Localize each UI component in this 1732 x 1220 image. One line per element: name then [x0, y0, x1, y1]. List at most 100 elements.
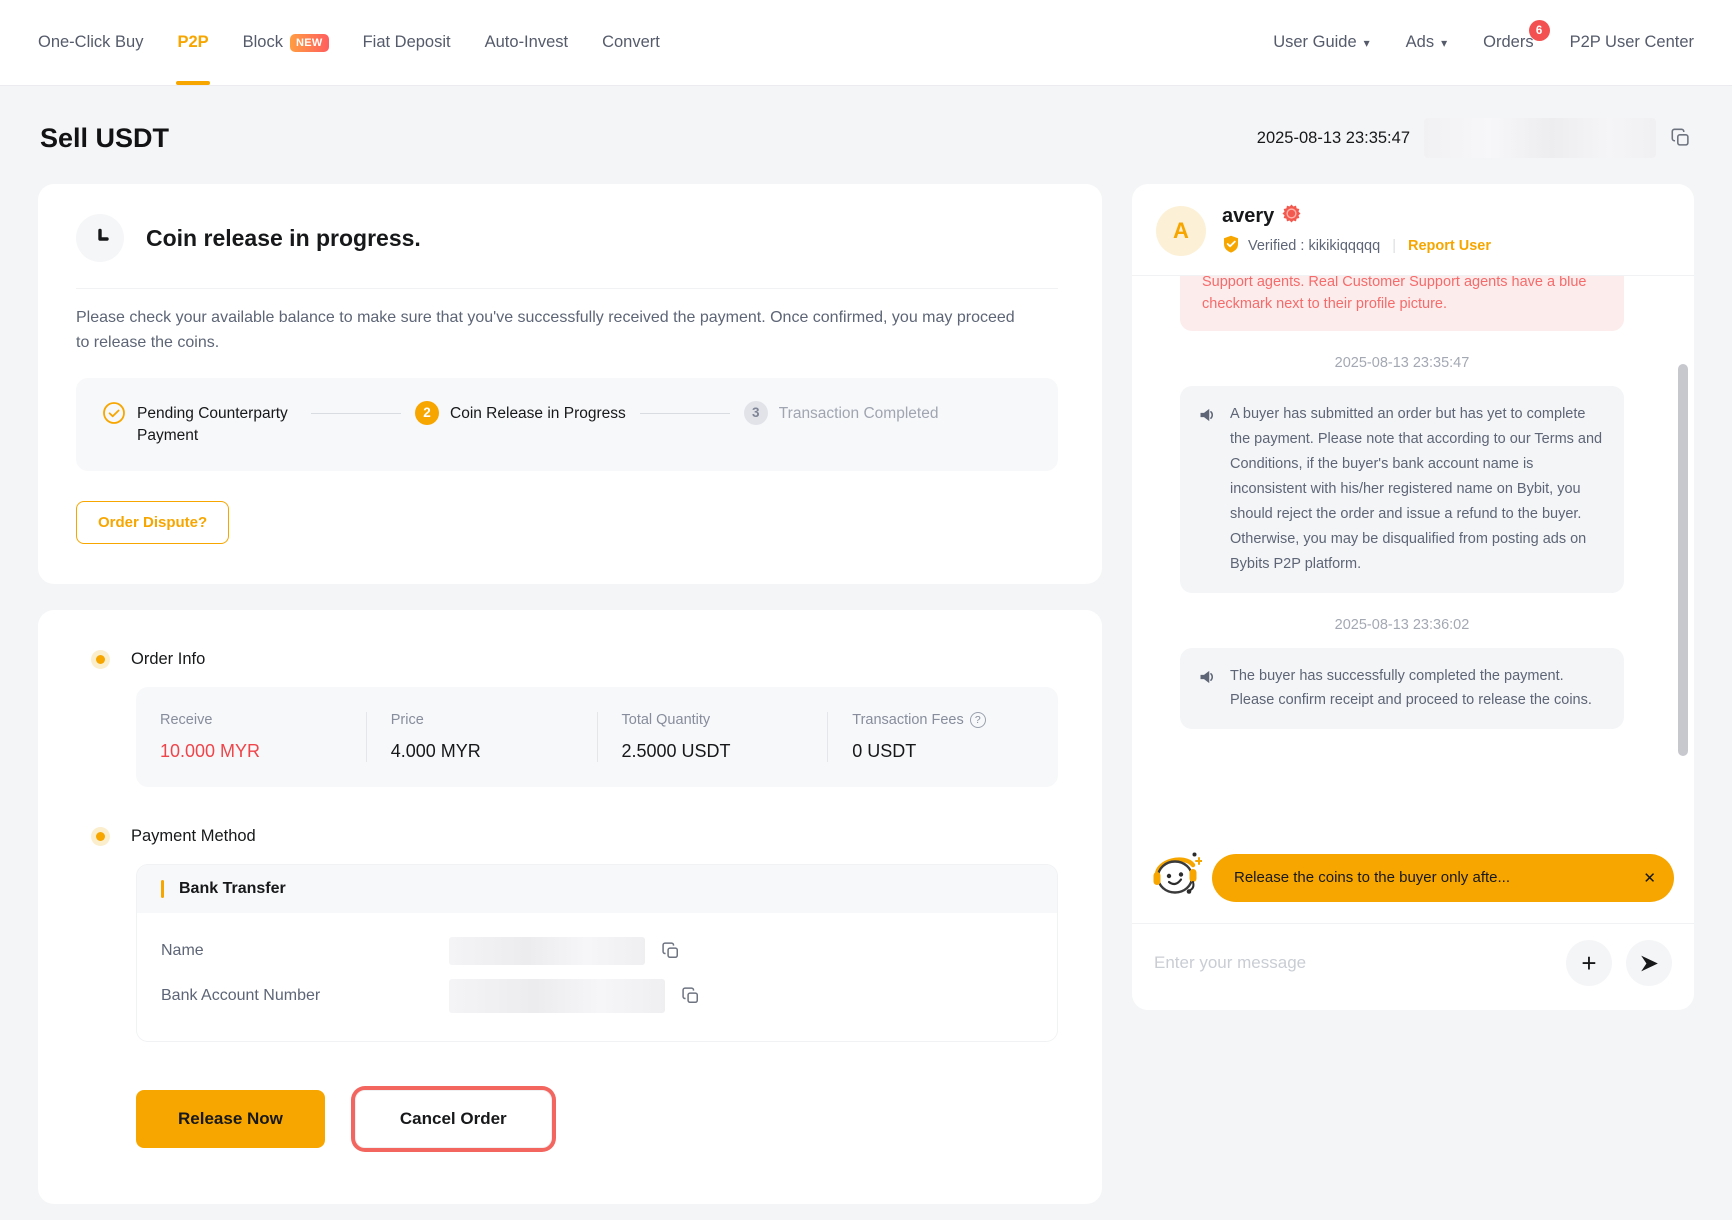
- nav-auto-invest[interactable]: Auto-Invest: [485, 0, 568, 85]
- chat-input-row: +: [1132, 924, 1694, 1010]
- step-coin-release: 2 Coin Release in Progress: [415, 401, 626, 425]
- step-connector: [311, 413, 401, 415]
- counterparty-name[interactable]: avery: [1222, 205, 1274, 228]
- release-now-button[interactable]: Release Now: [136, 1090, 325, 1148]
- chatbot-icon[interactable]: [1148, 848, 1202, 907]
- fees-value: 0 USDT: [852, 741, 1034, 762]
- order-timestamp: 2025-08-13 23:35:47: [1257, 129, 1410, 148]
- status-description: Please check your available balance to m…: [76, 306, 1016, 356]
- payment-label: Bank Account Number: [161, 987, 449, 1005]
- chevron-down-icon: ▾: [1364, 36, 1370, 50]
- payment-method-box: Bank Transfer Name: [136, 864, 1058, 1042]
- megaphone-icon: [1198, 667, 1218, 714]
- step-pending-payment: Pending Counterparty Payment: [102, 401, 297, 448]
- nav-fiat-deposit[interactable]: Fiat Deposit: [363, 0, 451, 85]
- nav-block[interactable]: Block NEW: [243, 0, 329, 85]
- bullet-dot-icon: [96, 832, 105, 841]
- chevron-down-icon: ▾: [1441, 36, 1447, 50]
- payment-method-head: Bank Transfer: [137, 865, 1057, 913]
- copy-icon[interactable]: [1670, 127, 1692, 149]
- redacted-name-value: [449, 937, 645, 965]
- send-icon: [1639, 953, 1660, 974]
- quantity-value: 2.5000 USDT: [622, 741, 804, 762]
- chat-scrollbar[interactable]: [1678, 364, 1688, 756]
- order-dispute-button[interactable]: Order Dispute?: [76, 501, 229, 544]
- step-number-badge: 2: [415, 401, 439, 425]
- info-label: Price: [391, 712, 573, 728]
- top-navigation: One-Click Buy P2P Block NEW Fiat Deposit…: [0, 0, 1732, 86]
- plus-icon: +: [1581, 950, 1596, 976]
- attach-button[interactable]: +: [1566, 940, 1612, 986]
- quick-reply-row: Release the coins to the buyer only afte…: [1132, 834, 1694, 923]
- order-meta: 2025-08-13 23:35:47: [1257, 118, 1692, 158]
- nav-p2p[interactable]: P2P: [177, 0, 208, 85]
- order-info-box: Receive 10.000 MYR Price 4.000 MYR Total…: [136, 687, 1058, 787]
- step-label: Transaction Completed: [779, 401, 939, 425]
- info-col-fees: Transaction Fees ? 0 USDT: [827, 712, 1058, 762]
- nav-label: Orders: [1483, 33, 1533, 52]
- copy-icon[interactable]: [681, 986, 701, 1006]
- check-circle-icon: [102, 401, 126, 425]
- nav-one-click-buy[interactable]: One-Click Buy: [38, 0, 143, 85]
- payment-method-name: Bank Transfer: [179, 880, 286, 898]
- send-button[interactable]: [1626, 940, 1672, 986]
- step-number-badge: 3: [744, 401, 768, 425]
- receive-amount: 10.000 MYR: [160, 741, 342, 762]
- nav-left: One-Click Buy P2P Block NEW Fiat Deposit…: [38, 0, 660, 85]
- info-col-receive: Receive 10.000 MYR: [136, 712, 366, 762]
- nav-convert[interactable]: Convert: [602, 0, 660, 85]
- chat-header: A avery: [1132, 184, 1694, 276]
- warning-message: Support agents. Real Customer Support ag…: [1180, 276, 1624, 331]
- payment-label: Name: [161, 942, 449, 960]
- nav-label: Block: [243, 33, 283, 52]
- megaphone-icon: [1198, 405, 1218, 577]
- redacted-account-value: [449, 979, 665, 1013]
- order-actions: Release Now Cancel Order: [136, 1090, 1058, 1174]
- step-transaction-completed: 3 Transaction Completed: [744, 401, 939, 425]
- chat-user-info: avery Verified :: [1222, 204, 1491, 257]
- nav-label: P2P User Center: [1570, 33, 1694, 52]
- verified-row: Verified : kikikiqqqqq | Report User: [1222, 235, 1491, 257]
- info-label: Receive: [160, 712, 342, 728]
- close-icon[interactable]: ✕: [1631, 869, 1656, 887]
- order-info-header: Order Info: [76, 650, 1058, 669]
- quick-reply-text: Release the coins to the buyer only afte…: [1234, 869, 1510, 886]
- nav-label: P2P: [177, 33, 208, 52]
- bullet-dot-icon: [96, 655, 105, 664]
- rosette-badge-icon: [1282, 204, 1301, 228]
- payment-method-header: Payment Method: [76, 827, 1058, 846]
- step-label: Coin Release in Progress: [450, 401, 626, 425]
- message-timestamp: 2025-08-13 23:35:47: [1180, 355, 1624, 371]
- nav-orders[interactable]: Orders 6: [1483, 33, 1533, 52]
- redacted-order-number: [1424, 118, 1656, 158]
- chat-messages[interactable]: Support agents. Real Customer Support ag…: [1132, 276, 1694, 834]
- avatar[interactable]: A: [1156, 206, 1206, 256]
- nav-ads[interactable]: Ads ▾: [1406, 33, 1447, 52]
- divider: [76, 288, 1058, 289]
- chat-panel: A avery: [1132, 184, 1694, 1010]
- step-connector: [640, 413, 730, 415]
- status-card: Coin release in progress. Please check y…: [38, 184, 1102, 584]
- payment-row-name: Name: [161, 937, 1033, 965]
- info-label: Transaction Fees ?: [852, 712, 1034, 728]
- verified-label: Verified : kikikiqqqqq: [1248, 238, 1380, 254]
- info-label: Total Quantity: [622, 712, 804, 728]
- nav-p2p-user-center[interactable]: P2P User Center: [1570, 33, 1694, 52]
- nav-right: User Guide ▾ Ads ▾ Orders 6 P2P User Cen…: [1273, 33, 1694, 52]
- payment-method-body: Name Bank Account Number: [137, 913, 1057, 1041]
- help-icon[interactable]: ?: [970, 712, 986, 728]
- report-user-link[interactable]: Report User: [1408, 238, 1491, 254]
- clock-icon: [76, 214, 124, 262]
- separator: |: [1392, 238, 1396, 254]
- page-title: Sell USDT: [40, 123, 169, 154]
- nav-user-guide[interactable]: User Guide ▾: [1273, 33, 1369, 52]
- nav-label: Convert: [602, 33, 660, 52]
- info-col-quantity: Total Quantity 2.5000 USDT: [597, 712, 828, 762]
- section-title: Order Info: [131, 650, 205, 669]
- payment-section: Payment Method Bank Transfer Name: [76, 827, 1058, 1042]
- quick-reply-pill[interactable]: Release the coins to the buyer only afte…: [1212, 854, 1674, 902]
- message-input[interactable]: [1154, 953, 1552, 973]
- copy-icon[interactable]: [661, 941, 681, 961]
- nav-label: One-Click Buy: [38, 33, 143, 52]
- cancel-order-button[interactable]: Cancel Order: [355, 1090, 552, 1148]
